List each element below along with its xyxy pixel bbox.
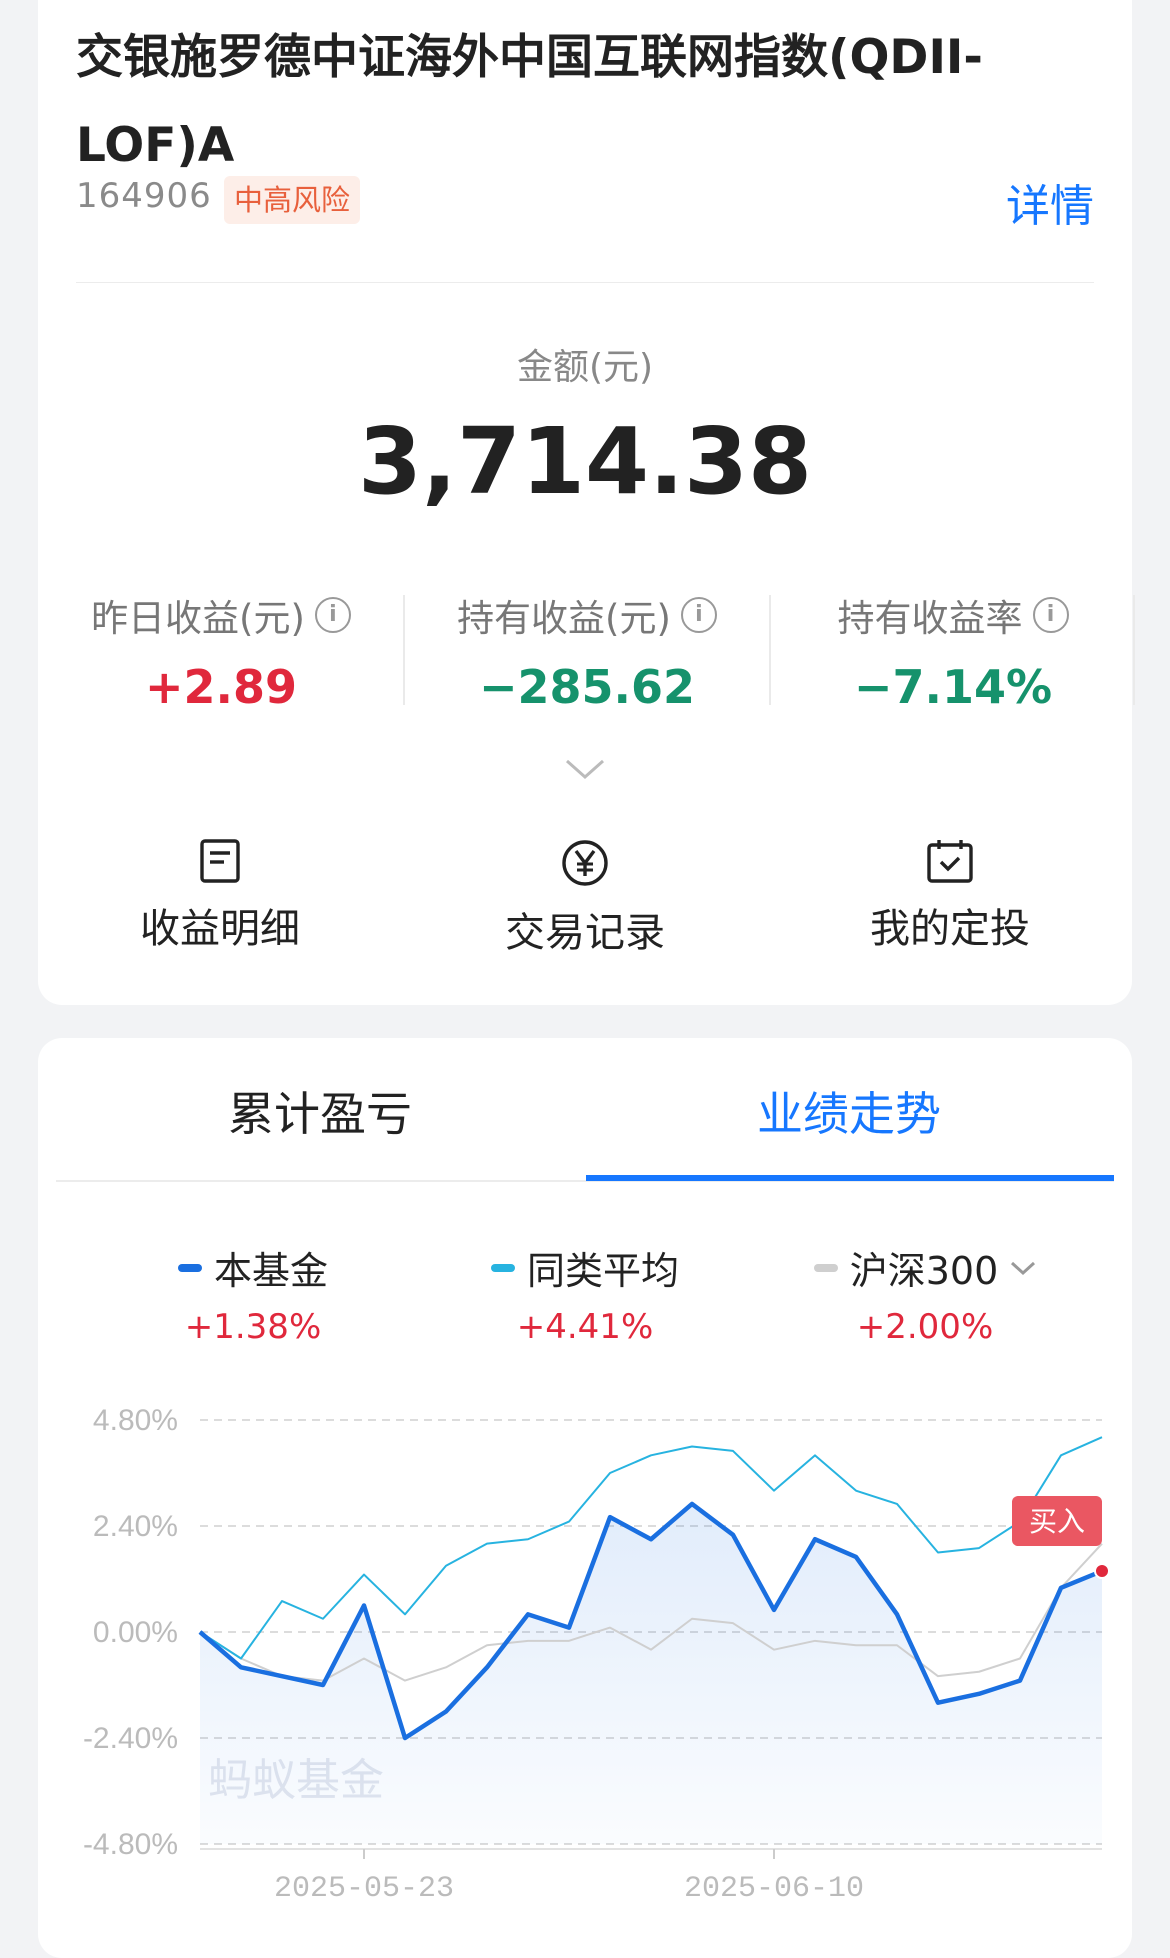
legend-name: 同类平均	[526, 1249, 679, 1293]
y-tick-label: 2.40%	[93, 1510, 178, 1543]
stat-value: −285.62	[478, 660, 696, 714]
x-tick-label: 2025-05-23	[274, 1872, 454, 1906]
action-label: 收益明细	[140, 906, 300, 952]
info-icon[interactable]: i	[680, 597, 717, 633]
stat-holding-income: 持有收益(元) i −285.62	[404, 588, 770, 714]
fund-code: 164906	[76, 176, 212, 216]
stat-yesterday-income: 昨日收益(元) i +2.89	[38, 588, 404, 714]
divider	[76, 282, 1094, 283]
calendar-check-icon	[927, 840, 973, 883]
buy-label: 买入	[1029, 1505, 1085, 1538]
performance-chart[interactable]: 4.80%2.40%0.00%-2.40%-4.80%蚂蚁基金2025-05-2…	[38, 1380, 1132, 1920]
fund-title: 交银施罗德中证海外中国互联网指数(QDII-LOF)A	[76, 30, 983, 173]
risk-badge: 中高风险	[224, 176, 361, 224]
y-tick-label: 0.00%	[93, 1616, 178, 1649]
tab-active-indicator	[586, 1175, 1114, 1181]
legend-peer-average: 同类平均 +4.41%	[435, 1240, 735, 1347]
legend-swatch	[177, 1263, 202, 1272]
y-tick-label: 4.80%	[93, 1404, 178, 1437]
tab-cumulative-pnl[interactable]: 累计盈亏	[228, 1078, 412, 1144]
income-detail-button[interactable]: 收益明细	[70, 838, 370, 954]
stat-holding-rate: 持有收益率 i −7.14%	[770, 588, 1136, 714]
stat-value: −7.14%	[853, 660, 1053, 714]
legend-csi300[interactable]: 沪深300 +2.00%	[775, 1240, 1075, 1347]
legend-name: 本基金	[213, 1249, 328, 1293]
legend-name: 沪深300	[849, 1249, 999, 1293]
x-tick-label: 2025-06-10	[684, 1872, 864, 1906]
y-tick-label: -2.40%	[83, 1722, 178, 1755]
transaction-record-button[interactable]: 交易记录	[435, 838, 735, 958]
tab-performance-trend[interactable]: 业绩走势	[757, 1078, 941, 1144]
legend-swatch	[813, 1263, 838, 1272]
info-icon[interactable]: i	[1032, 597, 1069, 633]
y-tick-label: -4.80%	[83, 1828, 178, 1861]
stat-label: 持有收益率	[837, 597, 1023, 640]
chevron-down-icon[interactable]	[1010, 1260, 1036, 1276]
buy-marker	[1094, 1563, 1110, 1580]
yen-coin-icon	[562, 840, 608, 886]
legend-value: +1.38%	[184, 1307, 322, 1347]
legend-value: +2.00%	[856, 1307, 994, 1347]
detail-link[interactable]: 详情	[1006, 170, 1094, 234]
document-icon	[200, 839, 240, 883]
info-icon[interactable]: i	[314, 597, 351, 633]
action-label: 交易记录	[505, 910, 665, 956]
legend-value: +4.41%	[516, 1307, 654, 1347]
divider	[1133, 595, 1135, 705]
amount-label: 金额(元)	[516, 347, 654, 388]
stat-value: +2.89	[144, 660, 298, 714]
stat-label: 持有收益(元)	[457, 597, 671, 640]
legend-swatch	[490, 1263, 515, 1272]
amount-value: 3,714.38	[358, 408, 812, 515]
stat-label: 昨日收益(元)	[91, 597, 305, 640]
chevron-down-icon[interactable]	[565, 758, 605, 780]
legend-this-fund: 本基金 +1.38%	[103, 1240, 403, 1347]
my-auto-invest-button[interactable]: 我的定投	[800, 838, 1100, 954]
action-label: 我的定投	[870, 906, 1030, 952]
